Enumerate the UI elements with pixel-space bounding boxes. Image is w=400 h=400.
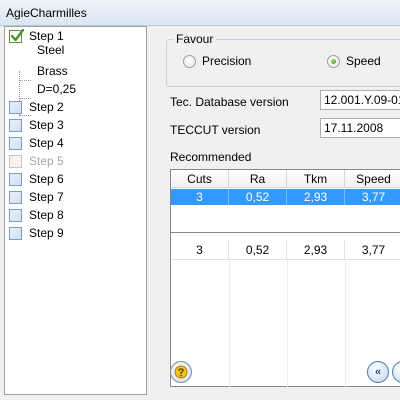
cell-speed: 3,77 xyxy=(345,189,400,205)
column-header-ra[interactable]: Ra xyxy=(229,170,287,187)
help-icon xyxy=(174,365,188,379)
step-2-checkbox[interactable] xyxy=(9,100,22,114)
window-title: AgieCharmilles xyxy=(6,6,87,20)
tree-item-step-8[interactable]: Step 8 xyxy=(9,206,64,224)
tec-db-field[interactable]: 12.001.Y.09-01_ xyxy=(320,90,400,110)
help-button[interactable] xyxy=(170,361,192,383)
table-row-selected[interactable]: 3 0,52 2,93 3,77 xyxy=(171,189,400,205)
tec-db-label: Tec. Database version xyxy=(170,95,289,109)
precision-radio-label: Precision xyxy=(202,54,252,68)
grid-line xyxy=(287,260,288,387)
step-9-checkbox[interactable] xyxy=(9,226,22,240)
favour-groupbox: Favour Precision Speed xyxy=(166,32,400,87)
step-label: Step 8 xyxy=(29,208,64,222)
column-header-tkm[interactable]: Tkm xyxy=(287,170,345,187)
speed-radio[interactable]: Speed xyxy=(327,54,381,68)
step-label: Step 6 xyxy=(29,172,64,186)
grid-line xyxy=(345,260,346,387)
step-label: Step 7 xyxy=(29,190,64,204)
step-label: Step 5 xyxy=(29,154,64,168)
tree-subitem-wire[interactable]: Brass xyxy=(37,62,68,80)
table-header: Cuts Ra Tkm Speed xyxy=(171,170,400,188)
precision-radio[interactable]: Precision xyxy=(183,54,251,68)
step-label: Step 4 xyxy=(29,136,64,150)
step-settings-panel: Favour Precision Speed Tec. Database ver… xyxy=(158,26,400,395)
step-3-checkbox[interactable] xyxy=(9,118,22,132)
cell-cuts: 3 xyxy=(171,189,229,205)
recommended-table[interactable]: Cuts Ra Tkm Speed 3 0,52 2,93 3,77 3 0,5… xyxy=(170,169,400,387)
cell-tkm: 2,93 xyxy=(287,240,345,259)
tree-item-step-4[interactable]: Step 4 xyxy=(9,134,64,152)
step-4-checkbox[interactable] xyxy=(9,136,22,150)
teccut-label: TECCUT version xyxy=(170,123,261,137)
step-label: Step 2 xyxy=(29,100,64,114)
teccut-field[interactable]: 17.11.2008 xyxy=(320,118,400,138)
grid-line xyxy=(229,260,230,387)
tree-item-step-7[interactable]: Step 7 xyxy=(9,188,64,206)
speed-radio-label: Speed xyxy=(346,54,381,68)
step-tree[interactable]: Step 1 Steel Brass D=0,25 Step 2 Step 3 … xyxy=(4,26,147,395)
tree-item-step-2[interactable]: Step 2 xyxy=(9,98,64,116)
column-header-speed[interactable]: Speed xyxy=(345,170,400,187)
cell-cuts: 3 xyxy=(171,240,229,259)
radio-circle[interactable] xyxy=(183,54,196,68)
tree-item-step-3[interactable]: Step 3 xyxy=(9,116,64,134)
cell-tkm: 2,93 xyxy=(287,189,345,205)
favour-legend: Favour xyxy=(173,32,217,46)
tree-item-step-9[interactable]: Step 9 xyxy=(9,224,64,242)
table-row[interactable]: 3 0,52 2,93 3,77 xyxy=(171,240,400,260)
step-7-checkbox[interactable] xyxy=(9,190,22,204)
recommended-label: Recommended xyxy=(170,150,252,164)
step-6-checkbox[interactable] xyxy=(9,172,22,186)
table-divider xyxy=(171,232,400,233)
cell-ra: 0,52 xyxy=(229,240,287,259)
radio-circle[interactable] xyxy=(327,54,340,68)
step-8-checkbox[interactable] xyxy=(9,208,22,222)
cell-speed: 3,77 xyxy=(345,240,400,259)
tree-item-step-5: Step 5 xyxy=(9,152,64,170)
step-label: Step 9 xyxy=(29,226,64,240)
cell-ra: 0,52 xyxy=(229,189,287,205)
title-bar: AgieCharmilles xyxy=(0,0,400,26)
tree-connector xyxy=(19,80,31,81)
previous-step-button[interactable]: « xyxy=(367,361,389,383)
step-5-checkbox xyxy=(9,154,22,168)
tree-item-step-6[interactable]: Step 6 xyxy=(9,170,64,188)
check-icon xyxy=(10,28,25,41)
column-header-cuts[interactable]: Cuts xyxy=(171,170,229,187)
step-label: Step 3 xyxy=(29,118,64,132)
step-1-checkbox[interactable] xyxy=(9,28,25,43)
double-chevron-left-icon: « xyxy=(374,366,382,378)
tree-subitem-material[interactable]: Steel xyxy=(37,41,64,59)
tree-subitem-diameter[interactable]: D=0,25 xyxy=(37,80,76,98)
